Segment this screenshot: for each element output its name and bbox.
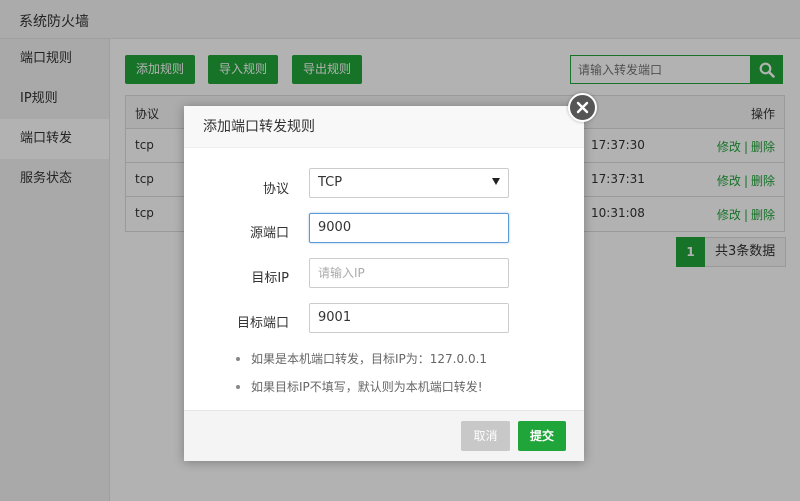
chevron-down-icon xyxy=(492,178,500,185)
tip-item: 如果目标IP不填写，默认则为本机端口转发! xyxy=(236,380,487,408)
target-ip-label: 目标IP xyxy=(251,271,289,286)
source-port-label: 源端口 xyxy=(249,226,289,241)
dialog-footer: 取消 提交 xyxy=(184,410,584,461)
tips-list: 如果是本机端口转发，目标IP为：127.0.0.1 如果目标IP不填写，默认则为… xyxy=(236,352,487,408)
close-dialog-button[interactable] xyxy=(568,93,597,122)
protocol-select[interactable]: TCP xyxy=(309,168,509,198)
cancel-button[interactable]: 取消 xyxy=(461,421,510,451)
tip-item: 如果是本机端口转发，目标IP为：127.0.0.1 xyxy=(236,352,487,380)
source-port-input[interactable]: 9000 xyxy=(309,213,509,243)
target-port-label: 目标端口 xyxy=(236,316,289,331)
close-icon xyxy=(576,101,589,114)
protocol-label: 协议 xyxy=(262,182,289,197)
protocol-selected-value: TCP xyxy=(318,175,343,190)
add-forward-rule-dialog: 添加端口转发规则 协议 TCP 源端口 9000 目标IP 请输入IP 目标端口… xyxy=(184,106,584,461)
submit-button[interactable]: 提交 xyxy=(518,421,566,451)
target-ip-input[interactable]: 请输入IP xyxy=(309,258,509,288)
target-port-input[interactable]: 9001 xyxy=(309,303,509,333)
dialog-title: 添加端口转发规则 xyxy=(184,106,584,148)
